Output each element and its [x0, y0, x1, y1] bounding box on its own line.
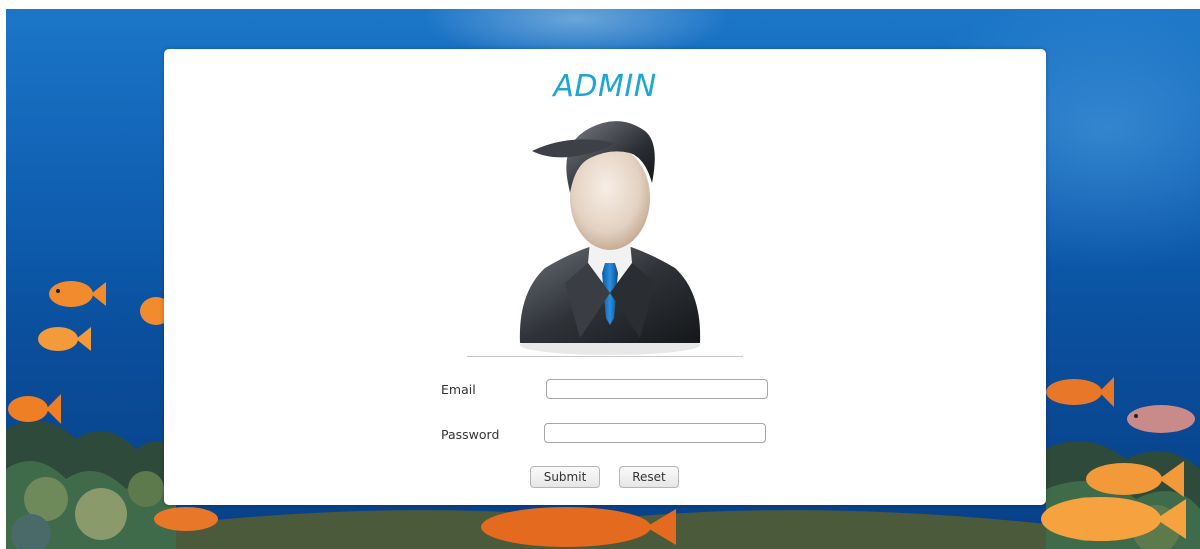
admin-login-card: ADMIN Email Password Submit Reset	[164, 49, 1046, 505]
orange-fish-icon	[1041, 497, 1186, 541]
orange-fish-icon	[8, 394, 61, 424]
pink-fish-icon	[1127, 405, 1195, 433]
email-field[interactable]	[546, 379, 768, 399]
orange-fish-icon	[38, 327, 91, 351]
email-label: Email	[441, 382, 476, 397]
section-divider	[467, 356, 743, 357]
submit-button[interactable]: Submit	[530, 466, 600, 488]
page-title: ADMIN	[553, 69, 657, 104]
orange-fish-icon	[154, 507, 218, 531]
orange-fish-icon	[481, 507, 676, 547]
reset-button[interactable]: Reset	[619, 466, 679, 488]
password-label: Password	[441, 427, 500, 442]
orange-fish-icon	[49, 281, 106, 307]
password-field[interactable]	[544, 423, 766, 443]
orange-fish-icon	[1046, 377, 1114, 407]
admin-user-icon	[519, 121, 701, 355]
